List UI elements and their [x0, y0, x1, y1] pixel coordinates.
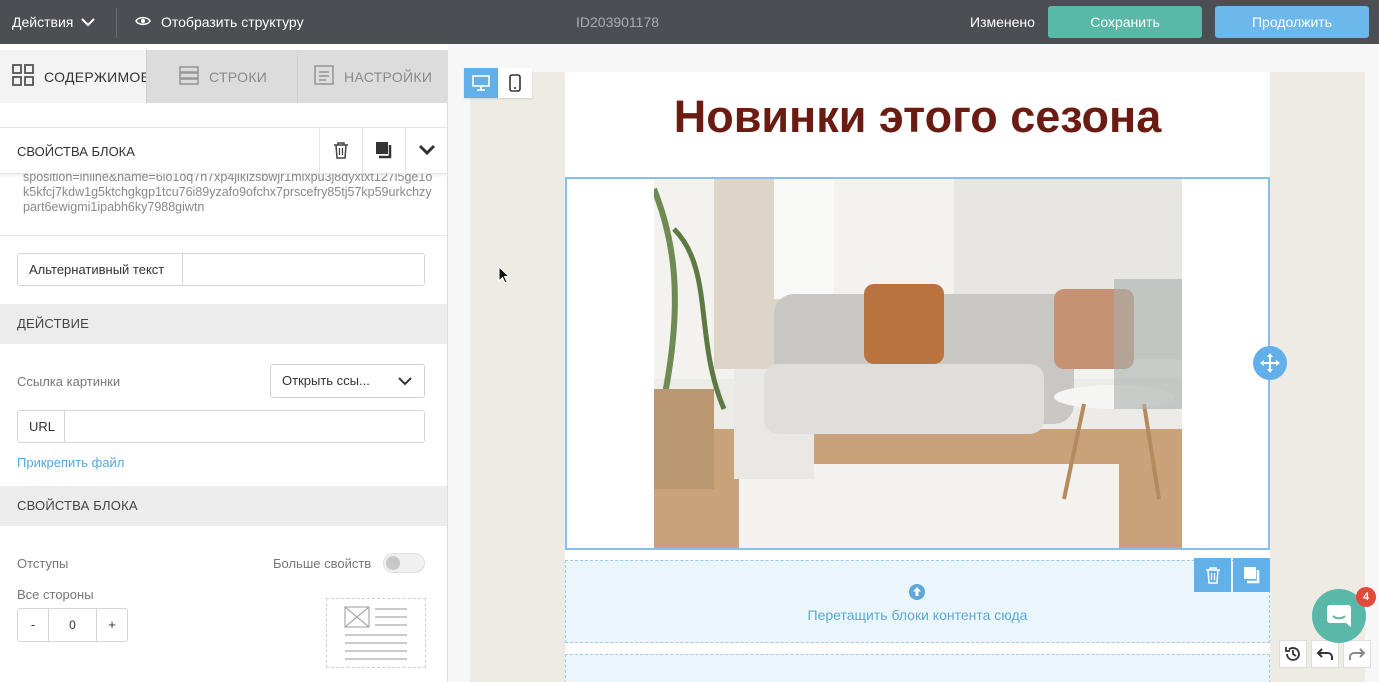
- mobile-icon: [509, 74, 521, 92]
- padding-decrement-button[interactable]: -: [18, 609, 48, 641]
- delete-row-button[interactable]: [1194, 558, 1231, 592]
- url-label: URL: [18, 411, 65, 442]
- history-button[interactable]: [1279, 640, 1307, 668]
- rows-icon: [179, 65, 199, 88]
- trash-icon: [333, 141, 349, 162]
- undo-button[interactable]: [1311, 640, 1339, 668]
- block-properties-header: СВОЙСТВА БЛОКА: [0, 127, 447, 175]
- padding-stepper: - 0 +: [17, 608, 128, 642]
- desktop-icon: [472, 75, 490, 91]
- separator: [116, 8, 117, 38]
- chevron-down-icon: [398, 374, 412, 391]
- tab-content-label: СОДЕРЖИМОЕ: [44, 68, 151, 85]
- image-link-label: Ссылка картинки: [17, 374, 121, 389]
- drop-zone-text: Перетащить блоки контента сюда: [807, 607, 1028, 623]
- upload-icon: [908, 583, 926, 604]
- toggle-knob: [386, 556, 400, 570]
- show-structure-toggle[interactable]: Отобразить структуру: [135, 0, 304, 44]
- block-properties-title: СВОЙСТВА БЛОКА: [17, 144, 135, 159]
- alt-text-input[interactable]: [183, 254, 424, 285]
- duplicate-row-button[interactable]: [1233, 558, 1270, 592]
- redo-icon: [1349, 648, 1366, 660]
- desktop-view-button[interactable]: [464, 68, 498, 98]
- image-url-text: sposition=inline&name=6lo1oq7h7xp4jiklzs…: [23, 170, 433, 214]
- tab-rows-label: СТРОКИ: [209, 68, 268, 85]
- actions-label: Действия: [12, 14, 74, 30]
- structure-label: Отобразить структуру: [161, 14, 304, 30]
- padding-increment-button[interactable]: +: [97, 609, 127, 641]
- row-tools: [1194, 558, 1270, 592]
- move-icon: [1260, 353, 1280, 373]
- selected-image-block[interactable]: [565, 177, 1270, 550]
- tab-content[interactable]: СОДЕРЖИМОЕ: [0, 50, 150, 103]
- duplicate-icon: [375, 141, 393, 162]
- padding-label: Отступы: [17, 556, 69, 571]
- drop-zone[interactable]: Перетащить блоки контента сюда: [565, 560, 1270, 643]
- url-field: URL: [17, 410, 425, 443]
- image-link-select[interactable]: Открыть ссы...: [270, 364, 425, 398]
- history-controls: [1279, 640, 1371, 668]
- more-properties-label: Больше свойств: [273, 556, 372, 571]
- image-link-select-value: Открыть ссы...: [282, 373, 370, 388]
- redo-button[interactable]: [1343, 640, 1371, 668]
- padding-preview: [326, 598, 426, 668]
- document-id: ID203901178: [576, 14, 660, 30]
- history-icon: [1285, 647, 1300, 661]
- chat-icon: [1327, 605, 1351, 627]
- mouse-cursor-icon: [498, 265, 511, 287]
- tab-settings[interactable]: НАСТРОЙКИ: [297, 50, 447, 103]
- grid-icon: [12, 64, 34, 89]
- eye-icon: [135, 14, 151, 30]
- chevron-down-icon: [418, 144, 436, 159]
- chevron-down-icon: [81, 14, 96, 30]
- duplicate-block-button[interactable]: [362, 128, 405, 175]
- divider: [0, 235, 447, 236]
- top-bar: Действия Отобразить структуру ID20390117…: [0, 0, 1379, 44]
- url-input[interactable]: [65, 411, 424, 442]
- alt-text-label: Альтернативный текст: [18, 254, 183, 285]
- drop-zone-next[interactable]: [565, 654, 1270, 682]
- attach-file-link[interactable]: Прикрепить файл: [17, 455, 124, 470]
- email-canvas: Новинки этого сезона Перетащить блоки ко…: [448, 44, 1379, 682]
- more-properties-toggle[interactable]: [383, 553, 425, 573]
- continue-button[interactable]: Продолжить: [1215, 6, 1369, 38]
- delete-block-button[interactable]: [319, 128, 362, 175]
- panel-tabs: СОДЕРЖИМОЕ СТРОКИ НАСТРОЙКИ: [0, 50, 447, 103]
- duplicate-icon: [1243, 567, 1259, 584]
- sofa-photo: [654, 179, 1182, 548]
- tab-rows[interactable]: СТРОКИ: [146, 50, 297, 103]
- action-section-title: ДЕЙСТВИЕ: [0, 304, 447, 344]
- properties-panel: СОДЕРЖИМОЕ СТРОКИ НАСТРОЙКИ sposition=in…: [0, 50, 448, 682]
- mobile-view-button[interactable]: [498, 68, 532, 98]
- actions-menu[interactable]: Действия: [12, 0, 96, 44]
- email-heading[interactable]: Новинки этого сезона: [565, 72, 1270, 176]
- settings-icon: [314, 65, 334, 88]
- move-row-handle[interactable]: [1253, 346, 1287, 380]
- all-sides-label: Все стороны: [17, 587, 94, 602]
- device-switcher: [464, 68, 532, 98]
- tab-settings-label: НАСТРОЙКИ: [344, 68, 433, 85]
- alt-text-field: Альтернативный текст: [17, 253, 425, 286]
- collapse-block-button[interactable]: [405, 128, 447, 175]
- save-status: Изменено: [970, 14, 1035, 30]
- block-props-section-title: СВОЙСТВА БЛОКА: [0, 486, 447, 526]
- padding-value[interactable]: 0: [48, 609, 97, 641]
- trash-icon: [1205, 567, 1220, 584]
- chat-unread-badge: 4: [1356, 587, 1376, 607]
- save-button[interactable]: Сохранить: [1048, 6, 1202, 38]
- image-text-preview-icon: [344, 606, 407, 660]
- undo-icon: [1316, 648, 1333, 660]
